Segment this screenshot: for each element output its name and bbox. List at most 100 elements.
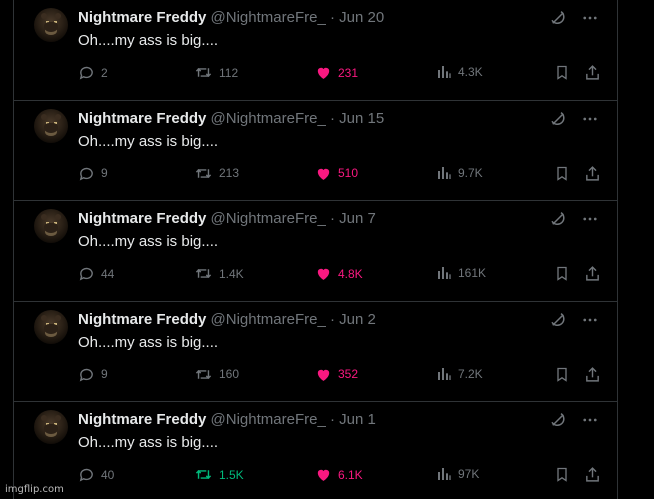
like-count: 4.8K: [338, 266, 363, 281]
reply-icon: [78, 366, 95, 383]
like-icon: [315, 265, 332, 282]
views-button[interactable]: 161K: [436, 265, 486, 281]
reply-button[interactable]: 9: [78, 366, 108, 383]
like-icon: [315, 64, 332, 81]
tweet-header: Nightmare Freddy @NightmareFre_ · Jun 7: [78, 209, 376, 229]
reply-button[interactable]: 9: [78, 165, 108, 182]
user-handle[interactable]: @NightmareFre_: [211, 210, 326, 227]
like-button[interactable]: 6.1K: [315, 466, 363, 483]
tweet-date[interactable]: Jun 15: [339, 110, 384, 127]
tweet[interactable]: Nightmare Freddy @NightmareFre_ · Jun 15…: [14, 101, 617, 201]
retweet-count: 213: [219, 166, 240, 180]
reply-count: 9: [101, 367, 108, 381]
tweet-date[interactable]: Jun 2: [339, 311, 376, 328]
grok-icon[interactable]: [549, 210, 567, 228]
tweet-date[interactable]: Jun 20: [339, 9, 384, 26]
views-button[interactable]: 4.3K: [436, 64, 483, 80]
more-icon[interactable]: [581, 9, 599, 27]
like-icon: [315, 466, 332, 483]
bookmark-icon[interactable]: [554, 466, 570, 483]
like-button[interactable]: 231: [315, 64, 358, 81]
like-icon: [315, 165, 332, 182]
views-button[interactable]: 9.7K: [436, 165, 483, 181]
retweet-button[interactable]: 1.4K: [194, 265, 244, 282]
display-name[interactable]: Nightmare Freddy: [78, 210, 206, 227]
retweet-count: 160: [219, 367, 240, 381]
view-count: 161K: [458, 266, 487, 280]
user-handle[interactable]: @NightmareFre_: [211, 411, 326, 428]
share-icon[interactable]: [584, 64, 601, 81]
retweet-count: 1.4K: [219, 266, 244, 281]
views-button[interactable]: 7.2K: [436, 366, 483, 382]
bookmark-icon[interactable]: [554, 265, 570, 282]
avatar[interactable]: [34, 8, 68, 42]
avatar[interactable]: [34, 209, 68, 243]
tweet-actions: 40 1.5K 6.1K 97K: [78, 466, 603, 486]
tweet[interactable]: Nightmare Freddy @NightmareFre_ · Jun 1 O…: [14, 402, 617, 499]
tweet-text: Oh....my ass is big....: [78, 32, 219, 49]
retweet-button[interactable]: 213: [194, 165, 239, 182]
retweet-icon: [194, 265, 213, 282]
share-icon[interactable]: [584, 265, 601, 282]
separator-dot: ·: [329, 9, 335, 26]
user-handle[interactable]: @NightmareFre_: [211, 110, 326, 127]
avatar[interactable]: [34, 108, 68, 143]
view-count: 4.3K: [458, 65, 483, 79]
retweet-icon: [194, 466, 213, 483]
tweet-actions: 9 213 510 9.7K: [78, 165, 603, 185]
tweet-actions: 9 160 352 7.2K: [78, 366, 603, 386]
grok-icon[interactable]: [549, 311, 567, 329]
share-icon[interactable]: [584, 366, 601, 383]
tweet-header: Nightmare Freddy @NightmareFre_ · Jun 20: [78, 8, 384, 28]
tweet[interactable]: Nightmare Freddy @NightmareFre_ · Jun 2 O…: [14, 302, 617, 402]
like-button[interactable]: 352: [315, 366, 358, 383]
display-name[interactable]: Nightmare Freddy: [78, 9, 206, 26]
views-icon: [436, 165, 452, 181]
reply-icon: [78, 64, 95, 81]
like-button[interactable]: 510: [315, 165, 358, 182]
retweet-icon: [194, 64, 213, 81]
grok-icon[interactable]: [549, 110, 567, 128]
display-name[interactable]: Nightmare Freddy: [78, 411, 206, 428]
views-icon: [436, 265, 452, 281]
reply-button[interactable]: 2: [78, 64, 108, 81]
tweet-header: Nightmare Freddy @NightmareFre_ · Jun 2: [78, 310, 376, 330]
user-handle[interactable]: @NightmareFre_: [211, 311, 326, 328]
share-icon[interactable]: [584, 165, 601, 182]
tweet-text: Oh....my ass is big....: [78, 333, 219, 351]
display-name[interactable]: Nightmare Freddy: [78, 311, 206, 328]
reply-icon: [78, 265, 95, 282]
bookmark-icon[interactable]: [554, 64, 570, 81]
grok-icon[interactable]: [549, 411, 567, 429]
more-icon[interactable]: [581, 210, 599, 228]
avatar[interactable]: [34, 309, 68, 344]
more-icon[interactable]: [581, 311, 599, 329]
tweet-date[interactable]: Jun 1: [339, 411, 376, 428]
views-icon: [436, 366, 452, 382]
separator-dot: ·: [329, 411, 335, 428]
more-icon[interactable]: [581, 110, 599, 128]
bookmark-icon[interactable]: [554, 366, 570, 383]
grok-icon[interactable]: [549, 9, 567, 27]
more-icon[interactable]: [581, 411, 599, 429]
like-button[interactable]: 4.8K: [315, 265, 363, 282]
tweet-text: Oh....my ass is big....: [78, 434, 219, 451]
tweet[interactable]: Nightmare Freddy @NightmareFre_ · Jun 7 O…: [14, 201, 617, 302]
avatar[interactable]: [34, 410, 68, 444]
retweet-button[interactable]: 1.5K: [194, 466, 244, 483]
retweet-button[interactable]: 112: [194, 64, 238, 81]
reply-count: 2: [101, 65, 108, 80]
reply-button[interactable]: 40: [78, 466, 114, 483]
reply-button[interactable]: 44: [78, 265, 114, 282]
tweet[interactable]: Nightmare Freddy @NightmareFre_ · Jun 20…: [14, 0, 617, 101]
user-handle[interactable]: @NightmareFre_: [211, 9, 326, 26]
bookmark-icon[interactable]: [554, 165, 570, 182]
views-button[interactable]: 97K: [436, 466, 479, 482]
display-name[interactable]: Nightmare Freddy: [78, 110, 206, 127]
tweet-date[interactable]: Jun 7: [339, 210, 376, 227]
retweet-button[interactable]: 160: [194, 366, 239, 383]
retweet-count: 112: [219, 65, 239, 80]
like-count: 352: [338, 367, 359, 381]
retweet-icon: [194, 366, 213, 383]
share-icon[interactable]: [584, 466, 601, 483]
